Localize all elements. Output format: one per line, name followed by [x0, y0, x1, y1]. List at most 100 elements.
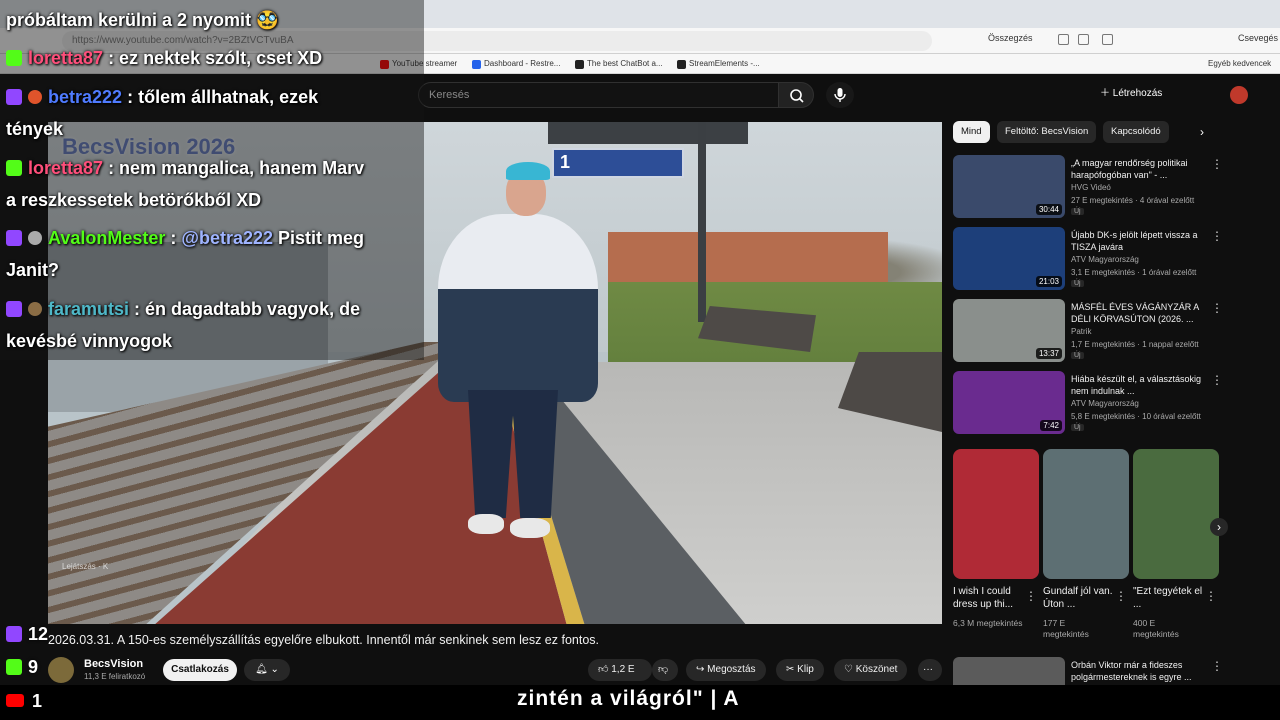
bookmark-restream[interactable]: Dashboard - Restre...: [472, 57, 560, 71]
chat-message: betra222 : tőlem állhatnak, ezek: [6, 81, 318, 113]
short-views: 400 E megtekintés: [1133, 618, 1179, 639]
search-button[interactable]: [778, 82, 814, 108]
short-thumbnail[interactable]: [953, 449, 1039, 579]
chat-message: loretta87 : nem mangalica, hanem Marv: [6, 152, 364, 184]
recommendation-item[interactable]: 21:03 Újabb DK-s jelölt lépett vissza a …: [953, 227, 1223, 293]
chip-related[interactable]: Kapcsolódó: [1103, 121, 1169, 143]
chip-all[interactable]: Mind: [953, 121, 990, 143]
video-title: 2026.03.31. A 150-es személyszállítás eg…: [48, 633, 600, 647]
recommendation-channel[interactable]: Patrik: [1071, 327, 1091, 336]
bookmark-streamelements[interactable]: StreamElements -...: [677, 57, 760, 71]
short-title[interactable]: I wish I could dress up thi...: [953, 585, 1025, 611]
other-bookmarks[interactable]: Egyéb kedvencek: [1208, 57, 1271, 71]
recommendation-item[interactable]: 13:37 MÁSFÉL ÉVES VÁGÁNYZÁR A DÉLI KÖRVA…: [953, 299, 1223, 365]
video-canopy: [548, 122, 748, 144]
like-button[interactable]: 👍︎ 1,2 E: [588, 659, 652, 681]
kebab-menu-icon[interactable]: ⋮: [1115, 589, 1127, 603]
kebab-menu-icon[interactable]: ⋮: [1211, 157, 1223, 171]
short-title[interactable]: Gundalf jól van. Úton ...: [1043, 585, 1115, 611]
chat-text: próbáltam kerülni a 2 nyomit: [6, 10, 252, 30]
notification-bell-button[interactable]: 🔔︎ ⌄: [244, 659, 290, 681]
clip-button[interactable]: ✂ Klip: [776, 659, 824, 681]
summary-button[interactable]: Összegzés: [988, 33, 1033, 43]
join-button[interactable]: Csatlakozás: [163, 659, 237, 681]
kebab-menu-icon[interactable]: ⋮: [1205, 589, 1217, 603]
recommendation-title[interactable]: „A magyar rendőrség politikai harapófogó…: [1071, 157, 1206, 181]
chat-message-continuation: kevésbé vinnyogok: [6, 331, 173, 351]
kebab-menu-icon[interactable]: ⋮: [1025, 589, 1037, 603]
new-badge: Új: [1071, 280, 1084, 287]
chat-message-continuation: a reszkessetek betörőkből XD: [6, 190, 262, 210]
new-badge: Új: [1071, 208, 1084, 215]
thanks-button[interactable]: ♡ Köszönet: [834, 659, 908, 681]
copilot-button[interactable]: Csevegés: [1238, 33, 1278, 43]
channel-avatar[interactable]: [48, 657, 74, 683]
extensions-icon[interactable]: [1102, 34, 1113, 45]
short-title[interactable]: "Ezt tegyétek el ...: [1133, 585, 1205, 611]
share-label: Megosztás: [707, 664, 756, 675]
kebab-menu-icon[interactable]: ⋮: [1211, 229, 1223, 243]
user-badge-icon: [28, 90, 42, 104]
new-badge: Új: [1071, 424, 1084, 431]
twitch-icon: [6, 89, 22, 105]
bookmark-chatbot[interactable]: The best ChatBot a...: [575, 57, 663, 71]
like-count: 1,2 E: [611, 664, 635, 675]
recommendation-channel[interactable]: HVG Videó: [1071, 183, 1111, 192]
chat-message: loretta87 : ez nektek szólt, cset XD: [6, 42, 322, 74]
chip-uploader[interactable]: Feltöltő: BecsVision: [997, 121, 1097, 143]
youtube-viewer-count: 1: [32, 691, 43, 711]
create-button[interactable]: ＋ Létrehozás: [1100, 84, 1162, 99]
short-views: 177 E megtekintés: [1043, 618, 1089, 639]
more-actions-button[interactable]: ···: [918, 659, 942, 681]
chat-message-continuation: Janit?: [6, 260, 60, 280]
channel-name[interactable]: BecsVision: [84, 658, 143, 670]
recommendation-title[interactable]: Hiába készült el, a választásokig nem in…: [1071, 373, 1206, 397]
kebab-menu-icon[interactable]: ⋮: [1211, 301, 1223, 315]
chat-username: loretta87: [28, 48, 104, 68]
kick-viewer-counter: 9: [6, 657, 38, 678]
recommendation-channel[interactable]: ATV Magyarország: [1071, 399, 1139, 408]
video-thumbnail[interactable]: 30:44: [953, 155, 1065, 218]
video-thumbnail[interactable]: 21:03: [953, 227, 1065, 290]
duration-badge: 30:44: [1035, 204, 1062, 215]
twitch-icon: [6, 230, 22, 246]
split-view-icon[interactable]: [1058, 34, 1069, 45]
share-button[interactable]: ↪ Megosztás: [686, 659, 766, 681]
recommendation-meta: 3,1 E megtekintés · 1 órával ezelőtt: [1071, 268, 1197, 277]
chat-message-continuation: tények: [6, 119, 64, 139]
star-icon[interactable]: [1078, 34, 1089, 45]
voice-search-button[interactable]: [826, 82, 854, 108]
video-thumbnail[interactable]: [953, 657, 1065, 685]
recommendation-item[interactable]: Orbán Viktor már a fideszes polgármester…: [953, 657, 1223, 685]
dislike-button[interactable]: 👎︎: [652, 659, 678, 681]
recommendation-title[interactable]: Orbán Viktor már a fideszes polgármester…: [1071, 659, 1206, 683]
recommendation-title[interactable]: MÁSFÉL ÉVES VÁGÁNYZÁR A DÉLI KÖRVASÚTON …: [1071, 301, 1206, 325]
short-thumbnail[interactable]: [1133, 449, 1219, 579]
short-thumbnail[interactable]: [1043, 449, 1129, 579]
search-input[interactable]: Keresés: [418, 82, 780, 108]
video-thumbnail[interactable]: 13:37: [953, 299, 1065, 362]
chat-text: : én dagadtabb vagyok, de: [134, 299, 361, 319]
kebab-menu-icon[interactable]: ⋮: [1211, 659, 1223, 673]
kebab-menu-icon[interactable]: ⋮: [1211, 373, 1223, 387]
twitch-icon: [6, 301, 22, 317]
duration-badge: 7:42: [1040, 420, 1062, 431]
chat-message: AvalonMester : @betra222 Pistit meg: [6, 222, 364, 254]
video-thumbnail[interactable]: 7:42: [953, 371, 1065, 434]
recommendation-item[interactable]: 7:42 Hiába készült el, a választásokig n…: [953, 371, 1223, 437]
recommendation-title[interactable]: Újabb DK-s jelölt lépett vissza a TISZA …: [1071, 229, 1206, 253]
chevron-right-icon[interactable]: ›: [1200, 125, 1204, 139]
account-avatar[interactable]: [1230, 86, 1248, 104]
thanks-label: Köszönet: [855, 664, 898, 675]
recommendation-channel[interactable]: ATV Magyarország: [1071, 255, 1139, 264]
recommendation-item[interactable]: 30:44 „A magyar rendőrség politikai hara…: [953, 155, 1223, 221]
video-platform-number: 1: [560, 152, 571, 172]
kick-icon: [6, 659, 22, 675]
shorts-next-button[interactable]: ›: [1210, 518, 1228, 536]
kick-icon: [6, 50, 22, 66]
chat-username: loretta87: [28, 158, 104, 178]
chat-text: Pistit meg: [273, 228, 365, 248]
kick-icon: [6, 160, 22, 176]
chat-text: :: [170, 228, 182, 248]
short-views: 6,3 M megtekintés: [953, 618, 1023, 628]
